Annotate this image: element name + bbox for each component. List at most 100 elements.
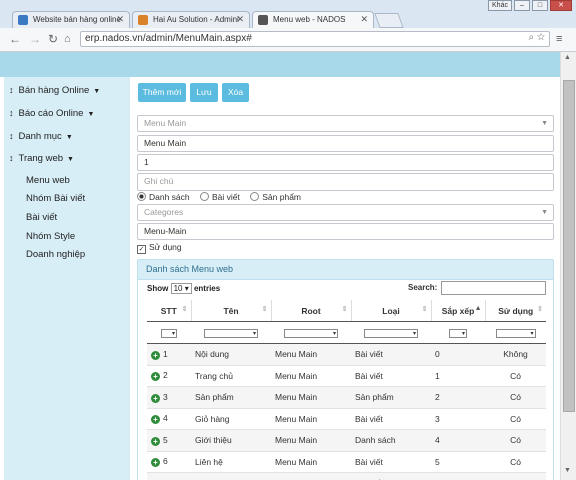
sidebar-item-nhom-bai-viet[interactable]: Nhóm Bài viết: [26, 193, 85, 204]
page-scrollbar[interactable]: ▲ ▼: [560, 52, 576, 480]
column-header-loai[interactable]: Loại ⇕: [351, 300, 432, 322]
cell-text: Menu Main: [275, 392, 318, 403]
expand-row-icon[interactable]: +: [151, 415, 160, 425]
minimize-icon[interactable]: –: [514, 0, 530, 11]
cell-su-dung: Có: [485, 472, 546, 480]
save-button[interactable]: Lưu: [190, 83, 218, 102]
browser-menu-icon[interactable]: ≡: [556, 33, 566, 45]
show-label: Show: [147, 284, 169, 293]
home-icon[interactable]: ⌂: [64, 32, 71, 46]
sidebar-item-doanh-nghiep[interactable]: Doanh nghiệp: [26, 249, 85, 260]
page-length-select[interactable]: 10 ▾: [170, 283, 192, 294]
filter-select-loai[interactable]: ▾: [364, 328, 418, 338]
cell-loai: Bài viết: [351, 343, 431, 366]
column-header-ten[interactable]: Tên ⇕: [191, 300, 272, 322]
root-field[interactable]: Menu-Main: [137, 223, 554, 240]
cell-ten: Liên hệ: [191, 451, 271, 473]
categories-select[interactable]: Categores ▼: [137, 204, 554, 221]
active-checkbox[interactable]: ✓ Sử dụng: [137, 242, 182, 254]
table-row[interactable]: +3 Sản phẩm Menu Main Sản phẩm 2 Có: [147, 386, 546, 409]
cell-text: Có: [510, 413, 521, 424]
field-value: Menu-Main: [144, 226, 187, 236]
radio-san-pham[interactable]: Sản phẩm: [250, 192, 301, 202]
close-tab-icon[interactable]: ✕: [360, 14, 368, 25]
tab-title: Website bán hàng online: [33, 15, 121, 24]
sidebar-item-nhom-style[interactable]: Nhóm Style: [26, 231, 75, 242]
scroll-down-icon[interactable]: ▼: [564, 467, 571, 474]
expand-row-icon[interactable]: +: [151, 350, 160, 360]
column-header-sap-xep[interactable]: Sắp xếp ▲: [431, 300, 486, 322]
radio-label: Bài viết: [212, 192, 240, 202]
expand-row-icon[interactable]: +: [151, 436, 160, 446]
panel-title: Danh sách Menu web: [138, 260, 553, 280]
name-field[interactable]: Menu Main: [137, 135, 554, 152]
tab-hai-au[interactable]: Hai Au Solution - Admini ✕: [132, 11, 250, 28]
cell-text: Bài viết: [355, 370, 383, 381]
column-header-su-dung[interactable]: Sử dụng ⇕: [485, 300, 546, 322]
table-row[interactable]: +7Đăng nhậpMenu MainBài viết6Có: [147, 472, 546, 480]
expand-row-icon[interactable]: +: [151, 393, 160, 403]
sort-asc-icon: ▲: [474, 305, 482, 312]
radio-danh-sach[interactable]: Danh sách: [137, 192, 190, 202]
sidebar-menu-bao-cao-online[interactable]: ↕ Báo cáo Online ▼: [9, 108, 94, 119]
back-arrow-icon[interactable]: ←: [9, 32, 21, 46]
browser-toolbar: ← → ↻ ⌂ erp.nados.vn/admin/MenuMain.aspx…: [0, 28, 576, 52]
expand-row-icon[interactable]: +: [151, 458, 160, 468]
sidebar-menu-ban-hang-online[interactable]: ↕ Bán hàng Online ▼: [9, 85, 100, 96]
sidebar-item-bai-viet[interactable]: Bài viết: [26, 212, 57, 223]
scrollbar-thumb[interactable]: [563, 80, 575, 412]
cell-loai: Sản phẩm: [351, 386, 431, 409]
cell-text: 6: [163, 456, 168, 467]
scroll-up-icon[interactable]: ▲: [564, 54, 571, 61]
zoom-star-icons[interactable]: ⌕ ☆: [528, 32, 545, 43]
tab-menu-web[interactable]: Menu web - NADOS ✕: [252, 11, 374, 28]
column-header-root[interactable]: Root ⇕: [271, 300, 352, 322]
add-new-button[interactable]: Thêm mới: [138, 83, 186, 102]
parent-menu-select[interactable]: Menu Main ▼: [137, 115, 554, 132]
cell-loai: Bài viết: [351, 365, 431, 387]
menu-label: Danh mục: [18, 131, 62, 142]
filter-select-sap-xep[interactable]: ▾: [449, 328, 467, 338]
chevron-down-icon: ▼: [541, 209, 548, 216]
new-tab-button[interactable]: [374, 13, 404, 28]
cell-text: 2: [435, 392, 440, 403]
cell-loai: Bài viết: [351, 472, 431, 480]
tab-title: Hai Au Solution - Admini: [153, 15, 239, 24]
radio-bai-viet[interactable]: Bài viết: [200, 192, 240, 202]
sidebar-menu-trang-web[interactable]: ↕ Trang web ▼: [9, 153, 74, 164]
table-row[interactable]: +2 Trang chủ Menu Main Bài viết 1 Có: [147, 365, 546, 387]
order-field[interactable]: 1: [137, 154, 554, 171]
filter-select-ten[interactable]: ▾: [204, 328, 258, 338]
expand-row-icon[interactable]: +: [151, 372, 160, 382]
caret-down-icon: ▼: [65, 134, 73, 141]
table-row[interactable]: +5 Giới thiệu Menu Main Danh sách 4 Có: [147, 429, 546, 452]
search-input[interactable]: [441, 281, 546, 295]
cell-text: 4: [435, 435, 440, 446]
cell-sap-xep: 2: [431, 386, 485, 409]
select-value: 10: [173, 284, 183, 293]
delete-button[interactable]: Xóa: [222, 83, 249, 102]
maximize-icon[interactable]: □: [532, 0, 548, 11]
sidebar-menu-danh-muc[interactable]: ↕ Danh mục ▼: [9, 131, 73, 142]
cell-su-dung: Không: [485, 343, 546, 366]
forward-arrow-icon[interactable]: →: [29, 32, 41, 46]
cell-sap-xep: 1: [431, 365, 485, 387]
sidebar-item-menu-web[interactable]: Menu web: [26, 175, 70, 186]
close-tab-icon[interactable]: ✕: [236, 14, 244, 25]
table-row[interactable]: +6 Liên hệ Menu Main Bài viết 5 Có: [147, 451, 546, 473]
filter-select-su-dung[interactable]: ▾: [495, 328, 536, 338]
radio-label: Danh sách: [149, 192, 190, 202]
column-header-stt[interactable]: STT ⇕: [147, 300, 192, 322]
reload-icon[interactable]: ↻: [48, 32, 58, 46]
close-tab-icon[interactable]: ✕: [116, 14, 124, 25]
filter-select-root[interactable]: ▾: [284, 328, 338, 338]
table-row[interactable]: +1 Nội dung Menu Main Bài viết 0 Không: [147, 343, 546, 366]
filter-select-stt[interactable]: ▾: [161, 328, 177, 338]
address-bar[interactable]: erp.nados.vn/admin/MenuMain.aspx# ⌕ ☆: [80, 31, 550, 47]
tab-website-ban-hang[interactable]: Website bán hàng online ✕: [12, 11, 130, 28]
header-label: Root: [301, 305, 321, 316]
close-window-icon[interactable]: ✕: [550, 0, 572, 11]
table-row[interactable]: +4 Giỏ hàng Menu Main Bài viết 3 Có: [147, 408, 546, 430]
sort-icon: ⇕: [181, 306, 188, 313]
note-textarea[interactable]: Ghi chú: [137, 173, 554, 191]
